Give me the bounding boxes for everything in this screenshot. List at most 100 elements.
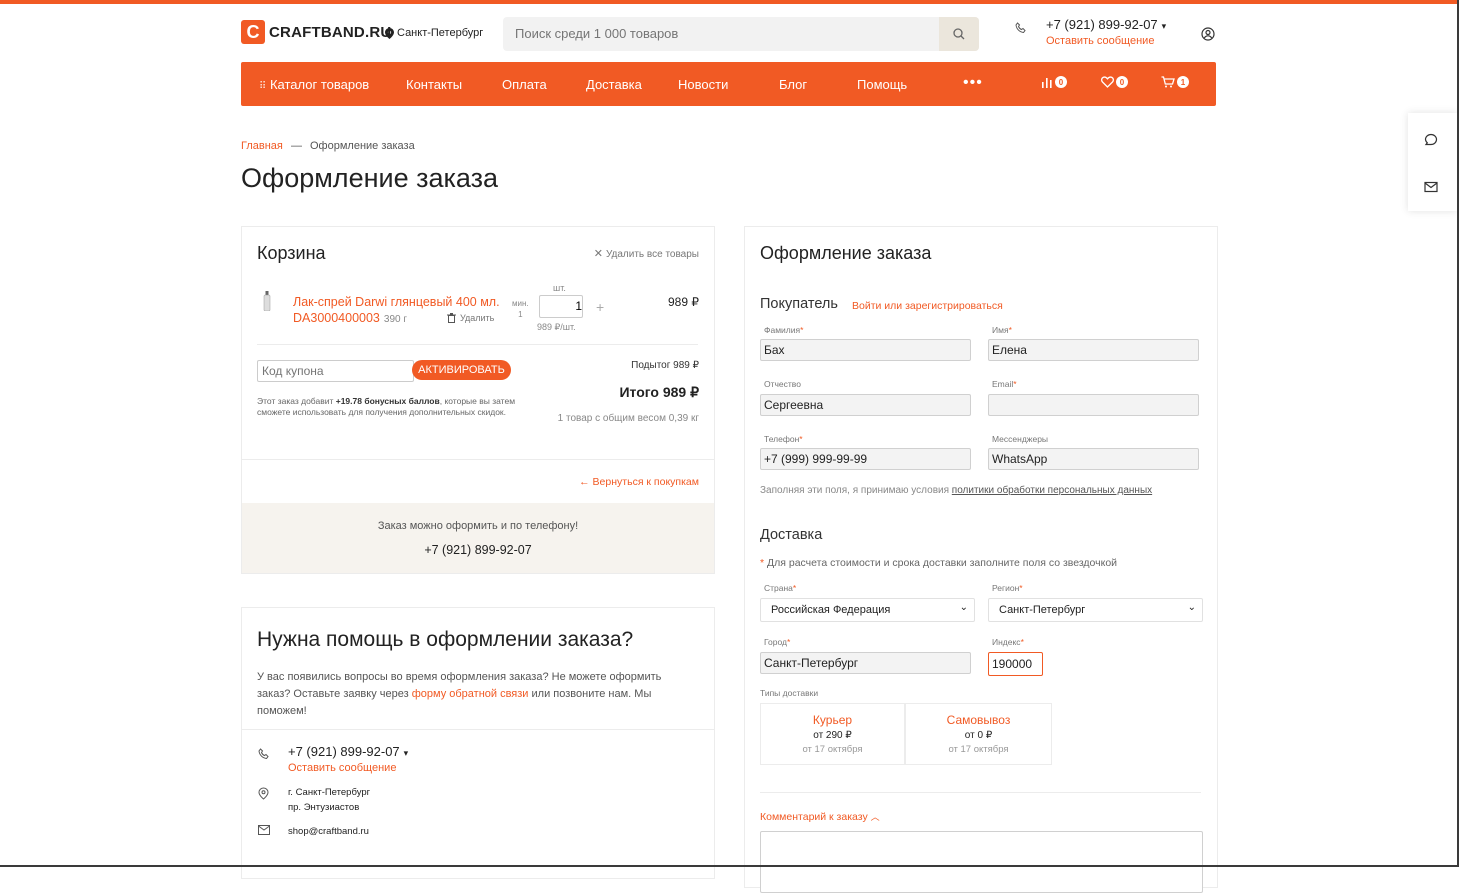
comment-toggle[interactable]: Комментарий к заказу ︿ <box>760 810 880 823</box>
header-message-link[interactable]: Оставить сообщение <box>1046 35 1154 47</box>
email-label: Email* <box>992 379 1017 389</box>
logo-mark: C <box>241 20 265 44</box>
bonus-text-pre: Этот заказ добавит <box>257 396 336 406</box>
breadcrumb-home[interactable]: Главная <box>241 140 283 152</box>
delivery-option-price: от 0 ₽ <box>964 730 993 741</box>
product-delete-button[interactable]: Удалить <box>447 313 494 323</box>
patronymic-label: Отчество <box>764 379 801 389</box>
phone-order-hint: Заказ можно оформить и по телефону! <box>377 520 579 532</box>
back-to-shopping-link[interactable]: ← Вернуться к покупкам <box>579 476 699 488</box>
delivery-option-courier[interactable]: Курьер от 290 ₽ от 17 октября <box>760 703 905 765</box>
breadcrumb: Главная — Оформление заказа <box>241 140 415 152</box>
messengers-label: Мессенджеры <box>992 434 1049 444</box>
city-selector[interactable]: Санкт-Петербург <box>385 27 483 39</box>
nav-catalog[interactable]: ⠿ Каталог товаров <box>259 77 369 92</box>
quantity-plus-button[interactable]: + <box>596 299 604 315</box>
search-button[interactable] <box>939 17 979 51</box>
privacy-policy-link[interactable]: политики обработки персональных данных <box>952 485 1152 496</box>
cart-button[interactable]: 1 <box>1161 76 1189 88</box>
chevron-up-icon: ︿ <box>870 812 880 822</box>
phone-icon <box>1015 22 1026 34</box>
last-name-label: Фамилия* <box>764 325 803 335</box>
consent-text-pre: Заполняя эти поля, я принимаю условия <box>760 485 952 496</box>
product-delete-label: Удалить <box>460 313 495 323</box>
favorites-button[interactable]: 0 <box>1101 76 1128 88</box>
delivery-option-date: от 17 октября <box>948 744 1009 755</box>
nav-contacts[interactable]: Контакты <box>406 77 462 92</box>
nav-catalog-label: Каталог товаров <box>269 77 370 92</box>
help-phone[interactable]: +7 (921) 899-92-07 ▾ <box>288 744 408 759</box>
help-address-line2: пр. Энтузиастов <box>288 802 360 813</box>
location-icon <box>258 787 269 800</box>
region-label: Регион* <box>992 583 1023 593</box>
required-mark: * <box>1013 379 1017 389</box>
product-price: 989 ₽ <box>668 295 699 309</box>
required-mark: * <box>800 325 804 335</box>
index-label-text: Индекс <box>992 637 1021 647</box>
nav-news[interactable]: Новости <box>678 77 728 92</box>
cart-icon <box>1161 76 1175 88</box>
header-phone[interactable]: +7 (921) 899-92-07 ▾ <box>1046 17 1166 32</box>
email-field[interactable] <box>988 394 1199 416</box>
compare-button[interactable]: 0 <box>1041 76 1067 88</box>
country-select[interactable]: Российская Федерация ⌄ <box>760 598 975 622</box>
last-name-field[interactable] <box>760 339 971 361</box>
main-nav: ⠿ Каталог товаров Контакты Оплата Достав… <box>241 62 1216 106</box>
compare-icon <box>1042 78 1052 88</box>
index-field[interactable] <box>988 652 1043 676</box>
user-icon[interactable] <box>1201 27 1215 41</box>
delivery-option-price: от 290 ₽ <box>813 730 852 741</box>
phone-icon <box>258 748 269 760</box>
clear-cart-label: Удалить все товары <box>605 249 699 260</box>
help-panel: Нужна помощь в оформлении заказа? У вас … <box>241 607 715 879</box>
nav-blog[interactable]: Блог <box>779 77 807 92</box>
login-register-link[interactable]: Войти или зарегистрироваться <box>852 300 1003 312</box>
weight-info: 1 товар с общим весом 0,39 кг <box>557 413 699 424</box>
search-input[interactable] <box>515 26 915 41</box>
delivery-option-pickup[interactable]: Самовывоз от 0 ₽ от 17 октября <box>905 703 1052 765</box>
chevron-down-icon: ⌄ <box>1187 602 1196 613</box>
product-image[interactable] <box>263 291 271 311</box>
qty-unit-label: шт. <box>553 283 566 293</box>
search-icon <box>953 28 965 40</box>
nav-delivery[interactable]: Доставка <box>586 77 642 92</box>
help-text: У вас появились вопросы во время оформле… <box>257 669 677 720</box>
help-message-link[interactable]: Оставить сообщение <box>288 762 396 774</box>
phone-order-number[interactable]: +7 (921) 899-92-07 <box>242 543 714 557</box>
region-value: Санкт-Петербург <box>999 604 1086 616</box>
logo[interactable]: C CRAFTBAND.RU <box>241 20 391 44</box>
delivery-option-name: Самовывоз <box>946 713 1011 727</box>
region-select[interactable]: Санкт-Петербург ⌄ <box>988 598 1203 622</box>
cart-panel: Корзина ✕ Удалить все товары Лак-спрей Da… <box>241 226 715 574</box>
city-name: Санкт-Петербург <box>397 27 484 39</box>
help-email[interactable]: shop@craftband.ru <box>288 826 369 837</box>
city-field[interactable] <box>760 652 971 674</box>
clear-cart-button[interactable]: ✕ Удалить все товары <box>594 247 699 260</box>
chat-icon[interactable] <box>1424 133 1438 147</box>
delivery-option-name: Курьер <box>812 713 853 727</box>
last-name-label-text: Фамилия <box>764 325 801 335</box>
nav-more-button[interactable]: ••• <box>963 74 983 92</box>
delivery-types-label: Типы доставки <box>760 688 819 698</box>
first-name-field[interactable] <box>988 339 1199 361</box>
bonus-info: Этот заказ добавит +19.78 бонусных балло… <box>257 396 542 418</box>
feedback-form-link[interactable]: форму обратной связи <box>412 688 529 700</box>
required-mark: * <box>799 434 803 444</box>
city-label-text: Город <box>764 637 787 647</box>
region-label-text: Регион <box>992 583 1020 593</box>
patronymic-field[interactable] <box>760 394 971 416</box>
mail-icon <box>258 825 270 835</box>
quantity-input[interactable] <box>548 299 582 313</box>
side-contact-widget <box>1408 113 1457 211</box>
nav-help[interactable]: Помощь <box>857 77 907 92</box>
mail-icon[interactable] <box>1424 181 1438 193</box>
coupon-input[interactable] <box>257 360 414 382</box>
messengers-field[interactable] <box>988 448 1199 470</box>
phone-field[interactable] <box>760 448 971 470</box>
comment-textarea[interactable] <box>760 831 1203 893</box>
divider <box>257 344 698 345</box>
country-label-text: Страна <box>764 583 793 593</box>
nav-payment[interactable]: Оплата <box>502 77 547 92</box>
phone-order-box: Заказ можно оформить и по телефону! +7 (… <box>242 503 714 573</box>
activate-coupon-button[interactable]: АКТИВИРОВАТЬ <box>412 360 511 380</box>
